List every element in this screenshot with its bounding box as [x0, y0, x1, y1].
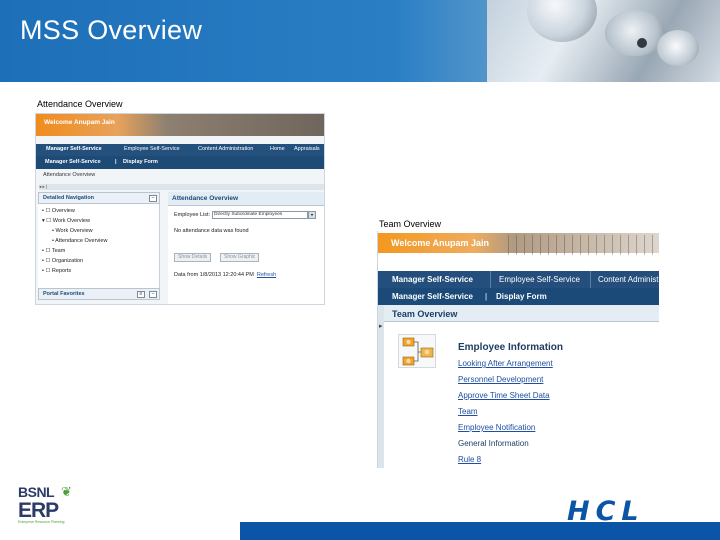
detailed-navigation-panel: • ☐ Overview ▾ ☐ Work Overview • Work Ov…: [38, 204, 160, 288]
org-chart-icon: [398, 334, 436, 368]
portal-favorites-header: Portal Favorites ≡ –: [38, 288, 160, 300]
portal-favorites-title: Portal Favorites: [43, 291, 85, 297]
hcl-logo: HCL: [567, 496, 695, 527]
employee-information-title: Employee Information: [458, 342, 564, 353]
refresh-link[interactable]: Refresh: [257, 272, 276, 278]
show-details-button[interactable]: Show Details: [174, 253, 212, 262]
second-level-nav: Manager Self-Service | Display Form: [378, 288, 659, 305]
second-level-nav: Manager Self-Service | Display Form: [36, 156, 324, 169]
leaf-icon: ❦: [61, 484, 72, 499]
tab-content-administration[interactable]: Content Administ: [598, 275, 658, 284]
breadcrumb: Attendance Overview: [43, 172, 96, 178]
nav-label: Attendance Overview: [55, 238, 108, 244]
welcome-banner: Welcome Anupam Jain: [36, 114, 324, 136]
general-information-label: General Information: [458, 439, 529, 448]
caption-team-overview: Team Overview: [379, 219, 442, 229]
employee-list-label: Employee List:: [174, 212, 211, 218]
slide-header: MSS Overview: [0, 0, 720, 82]
subnav-separator: |: [485, 292, 488, 301]
welcome-text: Welcome Anupam Jain: [391, 238, 490, 248]
favorites-collapse-button[interactable]: –: [149, 291, 157, 298]
nav-label: Work Overview: [52, 218, 90, 224]
chevron-right-icon[interactable]: ▸: [379, 322, 383, 330]
subnav-manager-self-service[interactable]: Manager Self-Service: [392, 292, 473, 301]
tab-manager-self-service[interactable]: Manager Self-Service: [46, 146, 102, 152]
welcome-text: Welcome Anupam Jain: [44, 119, 115, 126]
collapse-button[interactable]: –: [149, 195, 157, 202]
attendance-overview-screenshot: Welcome Anupam Jain Manager Self-Service…: [35, 113, 325, 305]
team-panel-body: Employee Information Looking After Arran…: [384, 322, 659, 468]
team-panel-title: Team Overview: [392, 309, 458, 319]
tab-employee-self-service[interactable]: Employee Self-Service: [124, 146, 180, 152]
history-controls[interactable]: ◂ ▸ |: [39, 184, 324, 190]
team-panel-header: Team Overview: [384, 305, 659, 322]
top-level-nav: Manager Self-Service Employee Self-Servi…: [378, 271, 659, 288]
attendance-panel-header: Attendance Overview: [168, 192, 324, 206]
nav-label: Organization: [51, 258, 84, 264]
subnav-separator: |: [115, 159, 117, 165]
nav-attendance-overview[interactable]: • Attendance Overview: [52, 238, 107, 244]
detailed-navigation-title: Detailed Navigation: [43, 195, 95, 201]
caption-attendance-overview: Attendance Overview: [37, 99, 123, 109]
nav-organization[interactable]: • ☐ Organization: [42, 258, 83, 264]
nav-label: Team: [51, 248, 66, 254]
satellite-dish-image: [487, 0, 720, 82]
attendance-panel-body: Employee List: Directly Subordinate Empl…: [168, 206, 324, 304]
subnav-display-form[interactable]: Display Form: [496, 292, 547, 301]
hcl-wordmark: HCL: [567, 496, 645, 527]
detailed-navigation-header: Detailed Navigation –: [38, 192, 160, 204]
tab-divider: [590, 271, 591, 288]
tab-manager-self-service[interactable]: Manager Self-Service: [392, 275, 473, 284]
banner-pattern: [508, 235, 659, 255]
favorites-menu-button[interactable]: ≡: [137, 291, 145, 298]
slide-title: MSS Overview: [20, 15, 203, 45]
nav-label: Reports: [51, 268, 72, 274]
bsnl-wordmark: BSNL: [18, 484, 55, 500]
nav-team[interactable]: • ☐ Team: [42, 248, 65, 254]
data-timestamp: Data from 1/8/2013 12:20:44 PM Refresh: [174, 272, 276, 278]
top-level-nav: Manager Self-Service Employee Self-Servi…: [36, 144, 324, 156]
nav-label: Work Overview: [55, 228, 93, 234]
tab-content-administration[interactable]: Content Administration: [198, 146, 253, 152]
no-data-message: No attendance data was found: [174, 228, 249, 234]
employee-list-select[interactable]: Directly Subordinate Employees: [212, 211, 308, 219]
tab-divider: [490, 271, 491, 288]
attendance-panel-title: Attendance Overview: [172, 195, 239, 202]
link-personnel-development[interactable]: Personnel Development: [458, 375, 543, 384]
link-team[interactable]: Team: [458, 407, 478, 416]
nav-work-overview-folder[interactable]: ▾ ☐ Work Overview: [42, 218, 90, 224]
team-overview-screenshot: Welcome Anupam Jain Manager Self-Service…: [377, 231, 659, 468]
nav-label: Overview: [51, 208, 75, 214]
tab-employee-self-service[interactable]: Employee Self-Service: [499, 275, 580, 284]
welcome-banner: Welcome Anupam Jain: [378, 233, 659, 255]
chevron-down-icon[interactable]: ▾: [308, 211, 316, 219]
erp-tagline: Enterprise Resource Planning: [18, 520, 65, 524]
tab-home[interactable]: Home: [270, 146, 285, 152]
link-looking-after-arrangement[interactable]: Looking After Arrangement: [458, 359, 553, 368]
nav-work-overview[interactable]: • Work Overview: [52, 228, 93, 234]
subnav-display-form[interactable]: Display Form: [123, 159, 158, 165]
link-employee-notification[interactable]: Employee Notification: [458, 423, 535, 432]
tab-appraisals[interactable]: Appraisals: [294, 146, 320, 152]
nav-overview[interactable]: • ☐ Overview: [42, 208, 75, 214]
link-approve-time-sheet-data[interactable]: Approve Time Sheet Data: [458, 391, 550, 400]
bsnl-erp-logo: BSNL ❦ ERP Enterprise Resource Planning: [18, 484, 76, 526]
subnav-manager-self-service[interactable]: Manager Self-Service: [45, 159, 101, 165]
link-rule-8[interactable]: Rule 8: [458, 455, 481, 464]
data-from-text: Data from 1/8/2013 12:20:44 PM: [174, 272, 254, 278]
show-graphic-button[interactable]: Show Graphic: [220, 253, 260, 262]
nav-reports[interactable]: • ☐ Reports: [42, 268, 71, 274]
